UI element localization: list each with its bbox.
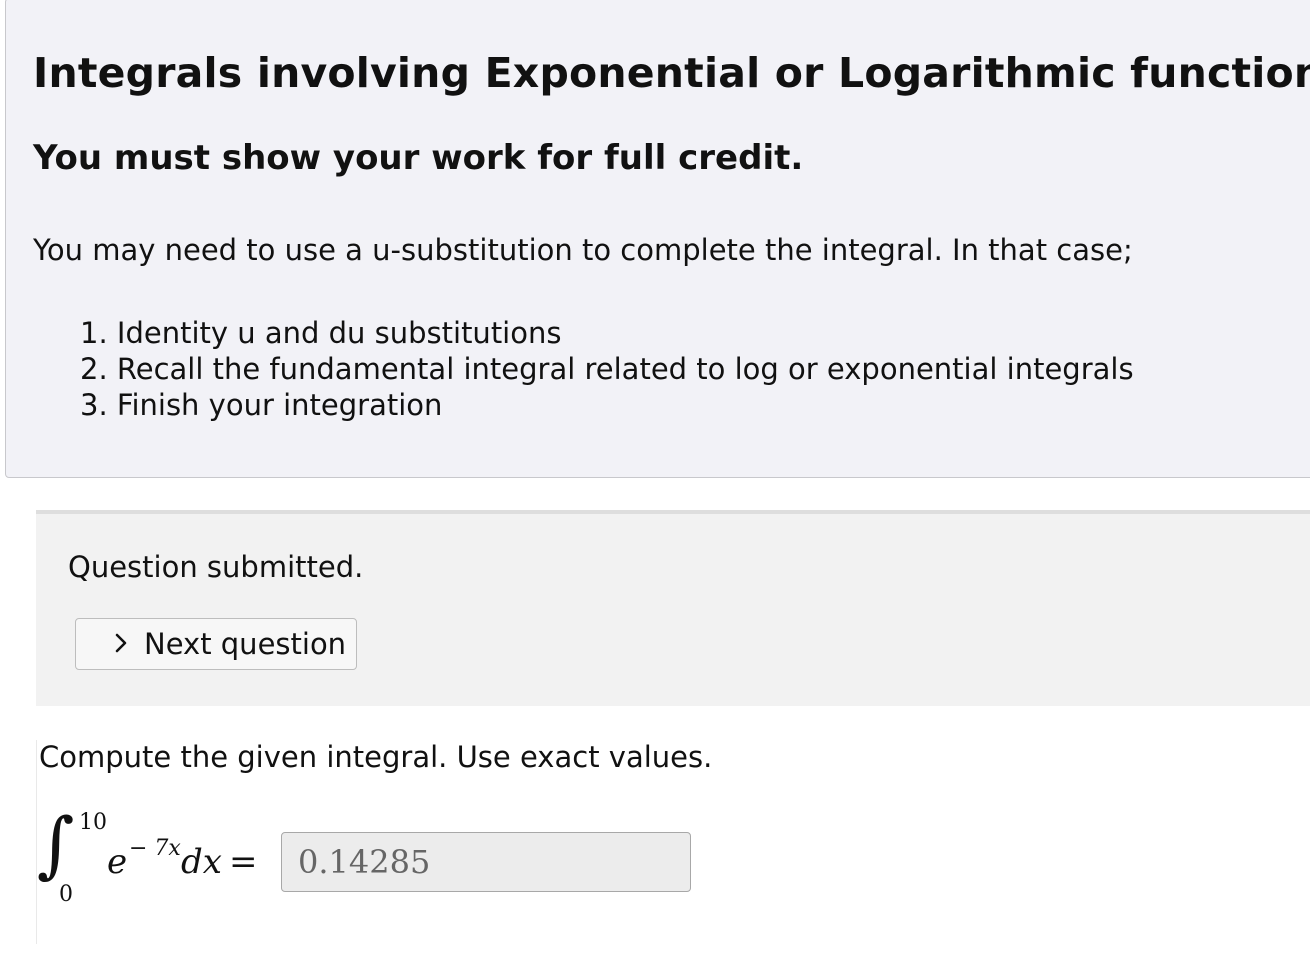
next-question-button[interactable]: Next question	[75, 618, 357, 670]
question-prompt: Compute the given integral. Use exact va…	[39, 740, 713, 774]
lower-limit: 0	[59, 882, 73, 907]
steps-list: 1. Identity u and du substitutions 2. Re…	[80, 315, 1134, 423]
integral-sign: ∫	[37, 802, 75, 886]
submission-status-panel: Question submitted. Next question	[36, 510, 1310, 706]
question-block: Compute the given integral. Use exact va…	[36, 740, 736, 944]
equals-sign: =	[229, 842, 258, 882]
differential: dx	[181, 842, 222, 882]
intro-panel: Integrals involving Exponential or Logar…	[5, 0, 1310, 478]
step-item: 1. Identity u and du substitutions	[80, 316, 562, 350]
step-item: 3. Finish your integration	[80, 388, 443, 422]
status-message: Question submitted.	[68, 550, 364, 584]
instructions-text: You may need to use a u-substitution to …	[33, 233, 1133, 267]
answer-input[interactable]	[281, 832, 691, 892]
page-title: Integrals involving Exponential or Logar…	[33, 49, 1310, 97]
page-subtitle: You must show your work for full credit.	[33, 138, 804, 178]
upper-limit: 10	[79, 810, 107, 835]
next-question-label: Next question	[144, 627, 347, 661]
chevron-right-icon	[110, 627, 132, 661]
integrand-base: e	[107, 842, 128, 882]
integrand-exponent: − 7x	[129, 836, 181, 861]
step-item: 2. Recall the fundamental integral relat…	[80, 352, 1134, 386]
